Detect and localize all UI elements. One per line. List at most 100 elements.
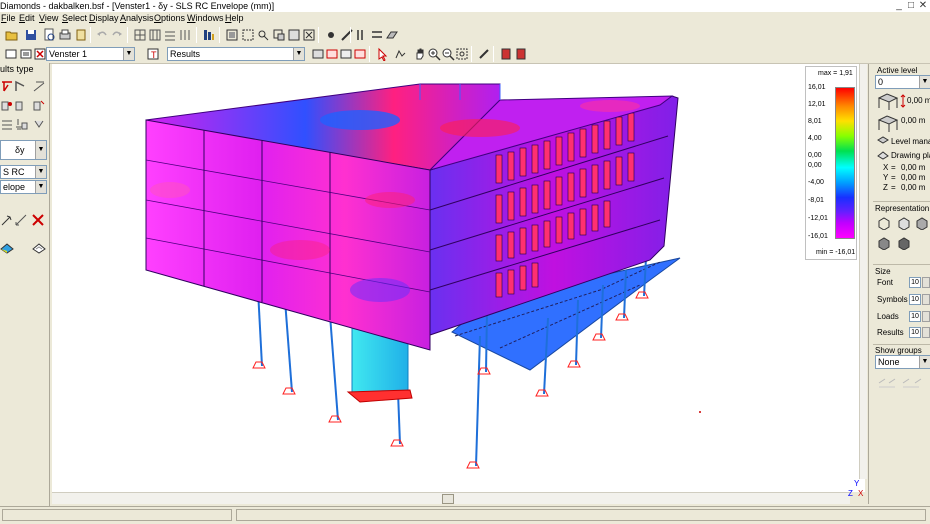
menu-options[interactable]: Options [154,12,185,25]
print-icon[interactable] [58,28,72,42]
member-icon[interactable] [340,28,354,42]
chevron-down-icon[interactable]: ▼ [35,141,46,159]
shaded-view-icon[interactable] [915,216,929,230]
unity-check-icon[interactable] [32,117,46,131]
minimize-button[interactable]: _ [893,0,905,12]
beams-icon[interactable] [370,28,384,42]
moment-icon[interactable] [14,79,28,93]
chevron-down-icon[interactable]: ▼ [35,181,46,193]
pick-result-icon[interactable] [0,213,14,227]
measure-icon[interactable] [477,47,491,61]
level-manager-button[interactable]: Level manage [891,137,930,146]
grid-lines-icon[interactable] [163,28,177,42]
deflection-icon[interactable] [0,79,14,93]
menu-windows[interactable]: Windows [187,12,224,25]
clear-results-icon[interactable] [31,213,45,227]
wireframe-view-icon[interactable] [877,216,891,230]
chevron-down-icon[interactable]: ▼ [919,76,930,88]
size-symbols-field[interactable]: 10 [909,294,921,305]
open-folder-icon[interactable] [5,28,19,42]
plates-icon[interactable] [385,28,399,42]
structure-3d-view[interactable] [52,64,865,492]
size-loads-field[interactable]: 10 [909,311,921,322]
size-font-field[interactable]: 10 [909,277,921,288]
deselect-icon[interactable] [302,28,316,42]
plate-stress-icon[interactable] [32,98,46,112]
plate-force-icon[interactable] [14,98,28,112]
solid-view-icon[interactable] [897,236,911,250]
select-window-icon[interactable] [225,28,239,42]
vertical-scrollbar[interactable] [859,64,867,479]
menu-view[interactable]: View [39,12,58,25]
support-reaction-icon[interactable] [14,117,28,131]
close-window-icon[interactable] [33,47,47,61]
report-icon[interactable] [74,28,88,42]
model-viewport[interactable] [52,64,865,492]
result-labels-icon[interactable] [339,47,353,61]
undo-icon[interactable] [95,28,109,42]
chevron-down-icon[interactable]: ▼ [123,48,134,60]
print-preview-icon[interactable] [42,28,56,42]
drawing-plane-button[interactable]: Drawing plane [891,151,930,160]
grid-snap-icon[interactable] [148,28,162,42]
select-region-icon[interactable] [272,28,286,42]
pan-hand-icon[interactable] [413,47,427,61]
restore-button[interactable]: □ [905,0,917,12]
chevron-down-icon[interactable]: ▼ [293,48,304,60]
horizontal-scrollbar[interactable] [52,492,850,504]
menu-edit[interactable]: Edit [19,12,35,25]
zoom-out-icon[interactable] [441,47,455,61]
size-loads-spinner[interactable] [922,311,930,322]
zoom-in-icon[interactable] [427,47,441,61]
rotate-view-icon[interactable] [393,47,407,61]
dimension-result-icon[interactable] [14,213,28,227]
view-section-icon[interactable] [514,47,528,61]
component-combo[interactable]: δy ▼ [0,140,47,160]
calculate-icon[interactable] [202,28,216,42]
plate-moment-icon[interactable] [0,98,14,112]
chevron-down-icon[interactable]: ▼ [35,166,46,178]
save-icon[interactable] [24,28,38,42]
scrollbar-thumb[interactable] [442,494,454,504]
active-level-combo[interactable]: 0 ▼ [875,75,930,89]
chevron-down-icon[interactable]: ▼ [919,356,930,368]
show-groups-combo[interactable]: None ▼ [875,355,930,369]
view-combo[interactable]: Venster 1 ▼ [46,47,135,61]
result-isolines-icon[interactable] [353,47,367,61]
menu-select[interactable]: Select [62,12,87,25]
level-manager-icon[interactable] [877,136,889,146]
axis-grid-icon[interactable] [178,28,192,42]
select-all-icon[interactable] [241,28,255,42]
result-colors-icon[interactable] [325,47,339,61]
menu-analysis[interactable]: Analysis [120,12,154,25]
menu-file[interactable]: File [1,12,16,25]
color-plot-icon[interactable] [0,240,14,254]
node-icon[interactable] [324,28,338,42]
text-tool-icon[interactable]: T [146,47,160,61]
window-list-icon[interactable] [19,47,33,61]
drawing-plane-icon[interactable] [877,150,889,160]
select-invert-icon[interactable] [287,28,301,42]
menu-display[interactable]: Display [89,12,119,25]
redo-icon[interactable] [110,28,124,42]
size-symbols-spinner[interactable] [922,294,930,305]
result-view-icon[interactable] [311,47,325,61]
results-combo[interactable]: Results ▼ [167,47,305,61]
size-font-spinner[interactable] [922,277,930,288]
size-results-spinner[interactable] [922,327,930,338]
render-view-icon[interactable] [877,236,891,250]
reinforcement-icon[interactable] [0,117,14,131]
pointer-icon[interactable] [375,47,389,61]
zoom-window-icon[interactable] [455,47,469,61]
loadcase-combo[interactable]: S RC ▼ [0,165,47,179]
select-by-property-icon[interactable] [256,28,270,42]
menu-help[interactable]: Help [225,12,244,25]
envelope-combo[interactable]: elope ▼ [0,180,47,194]
new-window-icon[interactable] [4,47,18,61]
shear-icon[interactable] [32,79,46,93]
hidden-line-view-icon[interactable] [897,216,911,230]
size-results-field[interactable]: 10 [909,327,921,338]
grid-icon[interactable] [133,28,147,42]
isoline-plot-icon[interactable] [32,240,46,254]
columns-icon[interactable] [355,28,369,42]
